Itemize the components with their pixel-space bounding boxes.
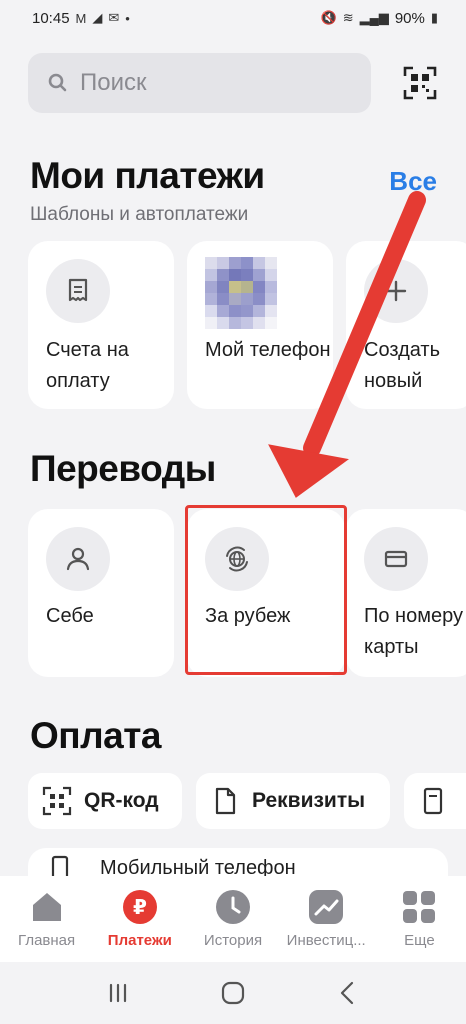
status-bar: 10:45 M ◢ ✉ • 🔇 ≋ ▂▄▆ 90% ▮ [0, 0, 466, 36]
payment-card-my-phone[interactable]: Мой телефон [187, 241, 333, 409]
payment-title: Оплата [30, 715, 161, 756]
system-nav-bar [0, 962, 466, 1024]
search-icon [48, 73, 67, 92]
transfer-card-by-card-number[interactable]: По номеру карты [346, 509, 466, 677]
wifi-icon: ≋ [342, 10, 354, 25]
nav-label: Платежи [107, 932, 172, 949]
status-time: 10:45 [32, 9, 70, 27]
transfers-title: Переводы [30, 448, 216, 489]
ruble-icon: ₽ [121, 888, 159, 926]
mute-icon: 🔇 [320, 10, 337, 25]
battery-icon: ▮ [430, 10, 438, 25]
all-payments-link[interactable]: Все [389, 166, 437, 197]
dot-icon: • [125, 10, 130, 26]
plus-icon [364, 259, 428, 323]
home-button-icon[interactable] [219, 979, 247, 1007]
search-row [28, 53, 438, 113]
chip-label: QR-код [84, 789, 159, 812]
nav-label: Инвестиц... [286, 932, 366, 949]
payment-card-label: Создать новый [364, 339, 441, 392]
nav-home[interactable]: Главная [0, 876, 93, 962]
chip-more[interactable] [404, 773, 466, 829]
transfer-card-self[interactable]: Себе [28, 509, 174, 677]
battery-percent: 90% [394, 9, 425, 27]
payment-card-label: Счета на оплату [46, 339, 129, 392]
card-icon [364, 527, 428, 591]
chart-icon [307, 888, 345, 926]
transfer-card-label: Себе [46, 605, 94, 627]
nav-label: Главная [18, 932, 76, 949]
transfer-card-label: По номеру карты [364, 605, 463, 658]
highlight-frame [185, 505, 347, 675]
grid-icon [400, 888, 438, 926]
nav-label: История [203, 932, 263, 949]
qr-scan-icon[interactable] [403, 66, 437, 100]
bottom-nav: Главная ₽ Платежи История Инвестиц... Ещ… [0, 876, 466, 962]
receipt-icon [423, 787, 443, 815]
nav-more[interactable]: Еще [373, 876, 466, 962]
home-icon [28, 888, 66, 926]
my-payments-subtitle: Шаблоны и автоплатежи [30, 204, 249, 225]
gmail-icon: M [75, 10, 87, 26]
app-notification-icon: ✉ [108, 10, 120, 25]
back-icon[interactable] [334, 979, 362, 1007]
nav-investments[interactable]: Инвестиц... [280, 876, 373, 962]
qr-icon [42, 786, 72, 816]
payment-card-invoices[interactable]: Счета на оплату [28, 241, 174, 409]
clock-icon [214, 888, 252, 926]
svg-text:₽: ₽ [133, 895, 147, 919]
chip-label: Реквизиты [252, 789, 366, 812]
payment-card-label: Мой телефон [205, 339, 331, 361]
nav-payments[interactable]: ₽ Платежи [93, 876, 186, 962]
search-box[interactable] [28, 53, 371, 113]
chip-requisites[interactable]: Реквизиты [196, 773, 390, 829]
chip-qr-code[interactable]: QR-код [28, 773, 182, 829]
signal-icon: ▂▄▆ [359, 10, 389, 25]
search-input[interactable] [80, 69, 340, 97]
nav-history[interactable]: История [186, 876, 279, 962]
nav-label: Еще [404, 932, 435, 949]
my-payments-title: Мои платежи [30, 155, 265, 196]
person-icon [46, 527, 110, 591]
recent-apps-icon[interactable] [104, 979, 132, 1007]
avatar [205, 257, 277, 329]
invoice-icon [46, 259, 110, 323]
telegram-icon: ◢ [92, 10, 103, 25]
document-icon [215, 787, 236, 815]
payment-card-create-new[interactable]: Создать новый [346, 241, 466, 409]
